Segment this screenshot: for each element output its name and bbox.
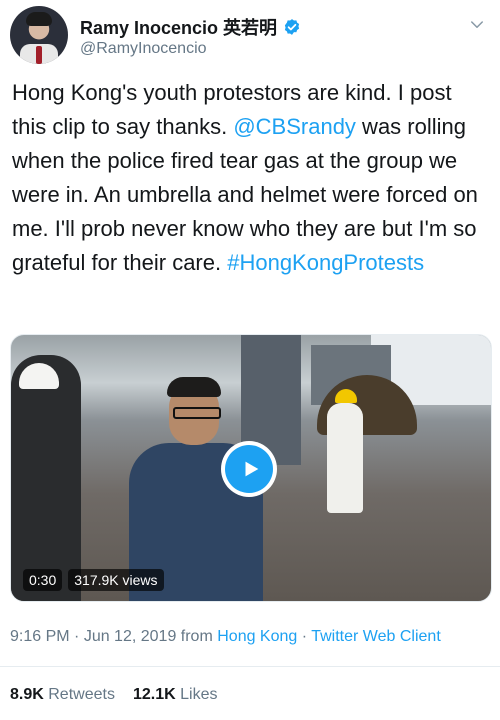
verified-badge-icon <box>284 19 300 35</box>
likes-label: Likes <box>180 686 218 703</box>
author-handle[interactable]: @RamyInocencio <box>80 40 207 58</box>
likes-count: 12.1K <box>132 686 176 703</box>
video-scene-person <box>11 355 81 601</box>
divider <box>0 666 500 667</box>
video-player[interactable]: 0:30 317.9K views <box>10 334 492 602</box>
tweet-metadata: 9:16 PM · Jun 12, 2019 from Hong Kong · … <box>10 628 441 646</box>
play-icon <box>245 461 259 477</box>
play-button[interactable] <box>221 441 277 497</box>
separator: · <box>297 628 312 645</box>
engagement-stats: 8.9K Retweets 12.1K Likes <box>10 686 217 704</box>
tweet-time[interactable]: 9:16 PM <box>10 628 70 645</box>
video-duration: 0:30 <box>23 569 63 591</box>
chevron-down-icon[interactable] <box>468 16 486 34</box>
tweet-header: Ramy Inocencio 英若明 @RamyInocencio <box>10 6 490 66</box>
author-name-row: Ramy Inocencio 英若明 <box>80 14 301 40</box>
hashtag-link[interactable]: #HongKongProtests <box>227 250 424 275</box>
video-views: 317.9K views <box>68 569 164 591</box>
tweet-date[interactable]: Jun 12, 2019 from <box>84 628 217 645</box>
video-meta: 0:30 317.9K views <box>23 569 164 591</box>
mention-link[interactable]: @CBSrandy <box>233 114 356 139</box>
location-link[interactable]: Hong Kong <box>217 628 297 645</box>
tweet-text: Hong Kong's youth protestors are kind. I… <box>12 76 488 280</box>
avatar[interactable] <box>10 6 68 64</box>
video-scene-person <box>327 403 363 513</box>
likes-stat[interactable]: 12.1K Likes <box>133 686 218 704</box>
retweets-count: 8.9K <box>10 686 44 703</box>
retweets-stat[interactable]: 8.9K Retweets <box>10 686 115 704</box>
separator: · <box>69 628 84 645</box>
retweets-label: Retweets <box>48 686 115 703</box>
client-link[interactable]: Twitter Web Client <box>311 628 441 645</box>
display-name[interactable]: Ramy Inocencio 英若明 <box>80 14 277 40</box>
